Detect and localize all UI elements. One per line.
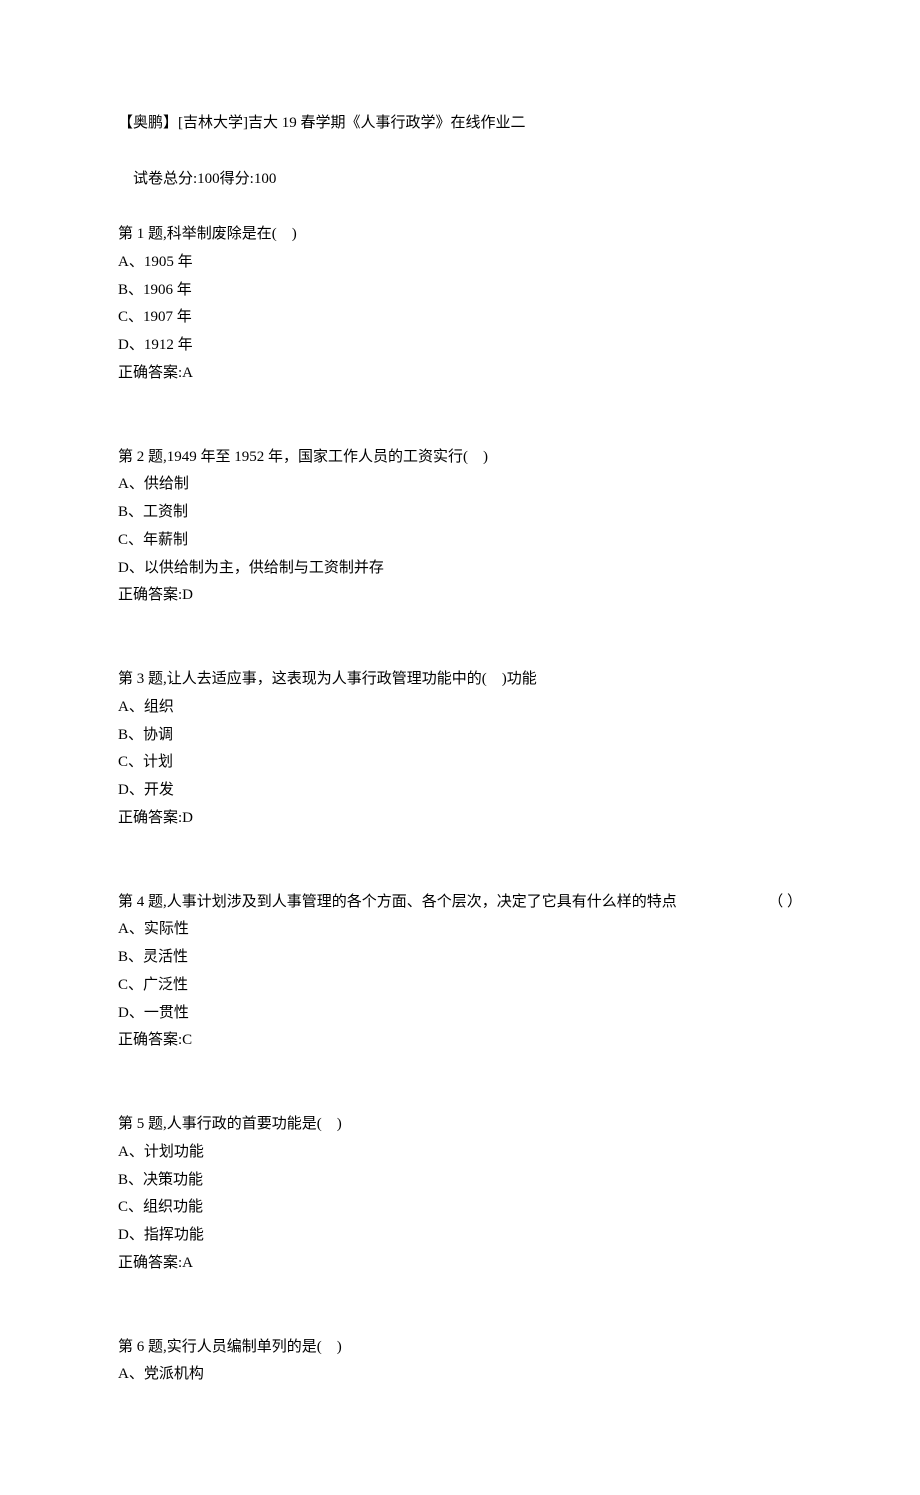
question-option: D、指挥功能 (118, 1222, 802, 1250)
question-answer: 正确答案:A (118, 360, 802, 388)
question-option: D、1912 年 (118, 332, 802, 360)
question-answer: 正确答案:D (118, 582, 802, 610)
question-1: 第 1 题,科举制废除是在( ) A、1905 年 B、1906 年 C、190… (118, 221, 802, 388)
question-option: C、1907 年 (118, 304, 802, 332)
question-answer: 正确答案:A (118, 1250, 802, 1278)
question-option: A、实际性 (118, 916, 802, 944)
question-option: A、供给制 (118, 471, 802, 499)
question-option: A、组织 (118, 694, 802, 722)
question-option: D、一贯性 (118, 1000, 802, 1028)
score-total: 试卷总分:100 (133, 171, 220, 187)
question-option: B、决策功能 (118, 1167, 802, 1195)
question-stem-text: 第 4 题,人事计划涉及到人事管理的各个方面、各个层次，决定了它具有什么样的特点 (118, 889, 677, 917)
question-option: D、开发 (118, 777, 802, 805)
question-stem: 第 1 题,科举制废除是在( ) (118, 221, 802, 249)
question-3: 第 3 题,让人去适应事，这表现为人事行政管理功能中的( )功能 A、组织 B、… (118, 666, 802, 833)
question-stem: 第 5 题,人事行政的首要功能是( ) (118, 1111, 802, 1139)
question-stem: 第 3 题,让人去适应事，这表现为人事行政管理功能中的( )功能 (118, 666, 802, 694)
question-4: 第 4 题,人事计划涉及到人事管理的各个方面、各个层次，决定了它具有什么样的特点… (118, 889, 802, 1056)
question-stem: 第 2 题,1949 年至 1952 年，国家工作人员的工资实行( ) (118, 444, 802, 472)
question-answer: 正确答案:C (118, 1027, 802, 1055)
question-stem-paren: （ ） (768, 889, 802, 917)
question-option: C、广泛性 (118, 972, 802, 1000)
question-option: B、工资制 (118, 499, 802, 527)
question-option: A、1905 年 (118, 249, 802, 277)
question-option: B、灵活性 (118, 944, 802, 972)
question-option: B、协调 (118, 722, 802, 750)
question-option: A、计划功能 (118, 1139, 802, 1167)
question-option: C、计划 (118, 749, 802, 777)
score-line: 试卷总分:100得分:100 (118, 138, 802, 221)
question-5: 第 5 题,人事行政的首要功能是( ) A、计划功能 B、决策功能 C、组织功能… (118, 1111, 802, 1278)
question-stem: 第 6 题,实行人员编制单列的是( ) (118, 1334, 802, 1362)
score-gain: 得分:100 (220, 171, 277, 187)
question-option: C、年薪制 (118, 527, 802, 555)
question-stem: 第 4 题,人事计划涉及到人事管理的各个方面、各个层次，决定了它具有什么样的特点… (118, 889, 802, 917)
document-title: 【奥鹏】[吉林大学]吉大 19 春学期《人事行政学》在线作业二 (118, 110, 802, 138)
question-option: B、1906 年 (118, 277, 802, 305)
document-header: 【奥鹏】[吉林大学]吉大 19 春学期《人事行政学》在线作业二 试卷总分:100… (118, 110, 802, 221)
question-option: C、组织功能 (118, 1194, 802, 1222)
question-2: 第 2 题,1949 年至 1952 年，国家工作人员的工资实行( ) A、供给… (118, 444, 802, 611)
question-option: D、以供给制为主，供给制与工资制并存 (118, 555, 802, 583)
question-option: A、党派机构 (118, 1361, 802, 1389)
question-6: 第 6 题,实行人员编制单列的是( ) A、党派机构 (118, 1334, 802, 1390)
question-answer: 正确答案:D (118, 805, 802, 833)
